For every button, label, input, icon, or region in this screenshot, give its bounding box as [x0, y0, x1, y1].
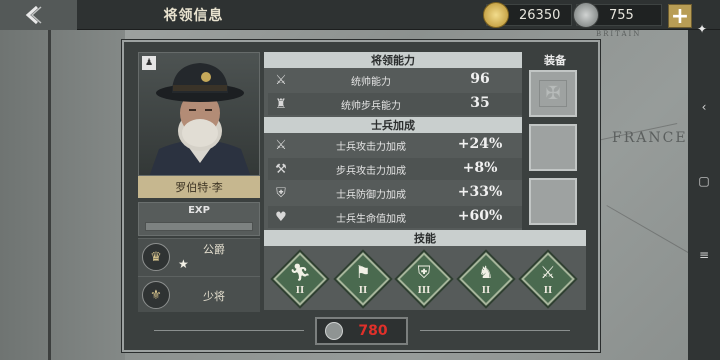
back-button[interactable] — [0, 0, 77, 30]
medal-icon — [573, 2, 599, 28]
system-nav-strip: ‹ ▢ ≡ — [688, 30, 720, 360]
shield-icon: ⛨ — [276, 185, 286, 201]
exp-bar — [145, 222, 253, 231]
bonus-label: 士兵防御力加成 — [336, 190, 406, 201]
skill-slot-5[interactable]: ⚔ II — [521, 252, 575, 306]
bonus-row-health: ♥ 士兵生命值加成 +60% — [268, 206, 522, 228]
footer-divider-left — [154, 330, 304, 331]
crouching-soldier-icon: ♞ — [478, 263, 494, 283]
soldier-icon: ♜ — [275, 96, 287, 112]
bonus-row-infantry-attack: ⚒ 步兵攻击力加成 +8% — [268, 158, 522, 180]
equipment-slot-2[interactable] — [529, 124, 577, 171]
page-title: 将领信息 — [163, 8, 224, 24]
general-portrait-image — [149, 63, 251, 175]
gold-coin-icon — [483, 2, 509, 28]
equipment-slot-3[interactable] — [529, 178, 577, 225]
shield-soldier-icon: ⛨ — [417, 263, 431, 283]
attack-icon: ⚔ — [275, 137, 287, 153]
skill-slot-4[interactable]: ♞ II — [459, 252, 513, 306]
ability-label: 统帅能力 — [351, 77, 391, 88]
bonus-label: 步兵攻击力加成 — [336, 166, 406, 177]
footer-divider-right — [420, 330, 570, 331]
pin-icon[interactable]: ✦ — [697, 22, 707, 36]
top-bar: 将领信息 26350 755 + — [0, 0, 720, 30]
map-label-top: BRITAIN — [596, 30, 642, 38]
bonus-row-attack: ⚔ 士兵攻击力加成 +24% — [268, 134, 522, 156]
general-name: 罗伯特·李 — [138, 176, 260, 198]
bonus-value: +60% — [457, 208, 503, 224]
nav-back-icon[interactable]: ‹ — [688, 100, 720, 114]
crossed-swords-icon: ⚔ — [275, 72, 287, 88]
medal-counter: 755 — [573, 2, 662, 28]
skill-level: II — [543, 286, 553, 296]
rank-insignia-icon: ⚜ — [142, 281, 170, 309]
skill-slot-2[interactable]: ⚑ II — [336, 252, 390, 306]
general-info-dialog: ♟ 罗伯特·李 EXP ♛ 公爵 ★ ⚜ 少将 将领能力 ⚔ 统帅能力 96 ♜… — [122, 40, 600, 352]
bonuses-header: 士兵加成 — [264, 117, 522, 133]
gold-value: 26350 — [519, 7, 561, 23]
title-rank: 公爵 — [203, 243, 225, 256]
bonus-value: +24% — [457, 136, 503, 152]
exp-label: EXP — [188, 205, 210, 216]
add-currency-button[interactable]: + — [668, 3, 692, 29]
attacking-soldier-icon: ⚔ — [540, 263, 556, 283]
skill-level: II — [295, 286, 305, 296]
ability-row-infantry: ♜ 统帅步兵能力 35 — [268, 93, 522, 115]
nav-home-icon[interactable]: ▢ — [688, 174, 720, 188]
nav-menu-icon[interactable]: ≡ — [688, 248, 720, 262]
ability-value: 35 — [470, 95, 490, 111]
bonus-label: 士兵攻击力加成 — [336, 142, 406, 153]
abilities-header: 将领能力 — [264, 52, 522, 68]
skill-slot-3[interactable]: ⛨ III — [397, 252, 451, 306]
chevron-left-icon — [25, 5, 42, 25]
laurel-icon: ♛ — [142, 243, 170, 271]
skill-level: III — [417, 286, 431, 296]
promote-cost-button[interactable]: 780 — [315, 317, 408, 345]
heart-icon: ♥ — [275, 209, 287, 225]
ability-row-command: ⚔ 统帅能力 96 — [268, 69, 522, 91]
title-rank-row: ♛ 公爵 ★ — [138, 238, 260, 276]
skill-level: II — [481, 286, 491, 296]
portrait-badge-icon: ♟ — [142, 56, 156, 70]
infantry-attack-icon: ⚒ — [275, 161, 287, 177]
bonus-row-defense: ⛨ 士兵防御力加成 +33% — [268, 182, 522, 204]
infantry-charge-icon: ⚑ — [355, 263, 371, 283]
running-soldier-icon: 🏃︎ — [289, 263, 311, 283]
military-rank: 少将 — [203, 290, 225, 303]
skills-header: 技能 — [264, 230, 586, 246]
equipment-slot-1[interactable]: ✠ — [529, 70, 577, 117]
map-label-france: FRANCE — [612, 130, 688, 146]
exp-section: EXP — [138, 202, 260, 236]
promote-cost: 780 — [358, 323, 388, 339]
military-rank-row: ⚜ 少将 — [138, 276, 260, 312]
map-left-region — [0, 30, 125, 360]
title-stars: ★ — [178, 257, 189, 271]
bonus-value: +8% — [462, 160, 498, 176]
medal-icon — [325, 322, 343, 340]
skill-slot-1[interactable]: 🏃︎ II — [273, 252, 327, 306]
equipment-badge-icon: ✠ — [539, 80, 567, 107]
gold-counter: 26350 — [483, 2, 572, 28]
medal-value: 755 — [609, 7, 634, 23]
equipment-header: 装备 — [544, 54, 566, 67]
bonus-label: 士兵生命值加成 — [336, 214, 406, 225]
general-portrait: ♟ — [138, 52, 260, 176]
ability-value: 96 — [470, 71, 490, 87]
plus-icon: + — [670, 3, 690, 29]
bonus-value: +33% — [457, 184, 503, 200]
skill-level: II — [358, 286, 368, 296]
ability-label: 统帅步兵能力 — [341, 101, 401, 112]
